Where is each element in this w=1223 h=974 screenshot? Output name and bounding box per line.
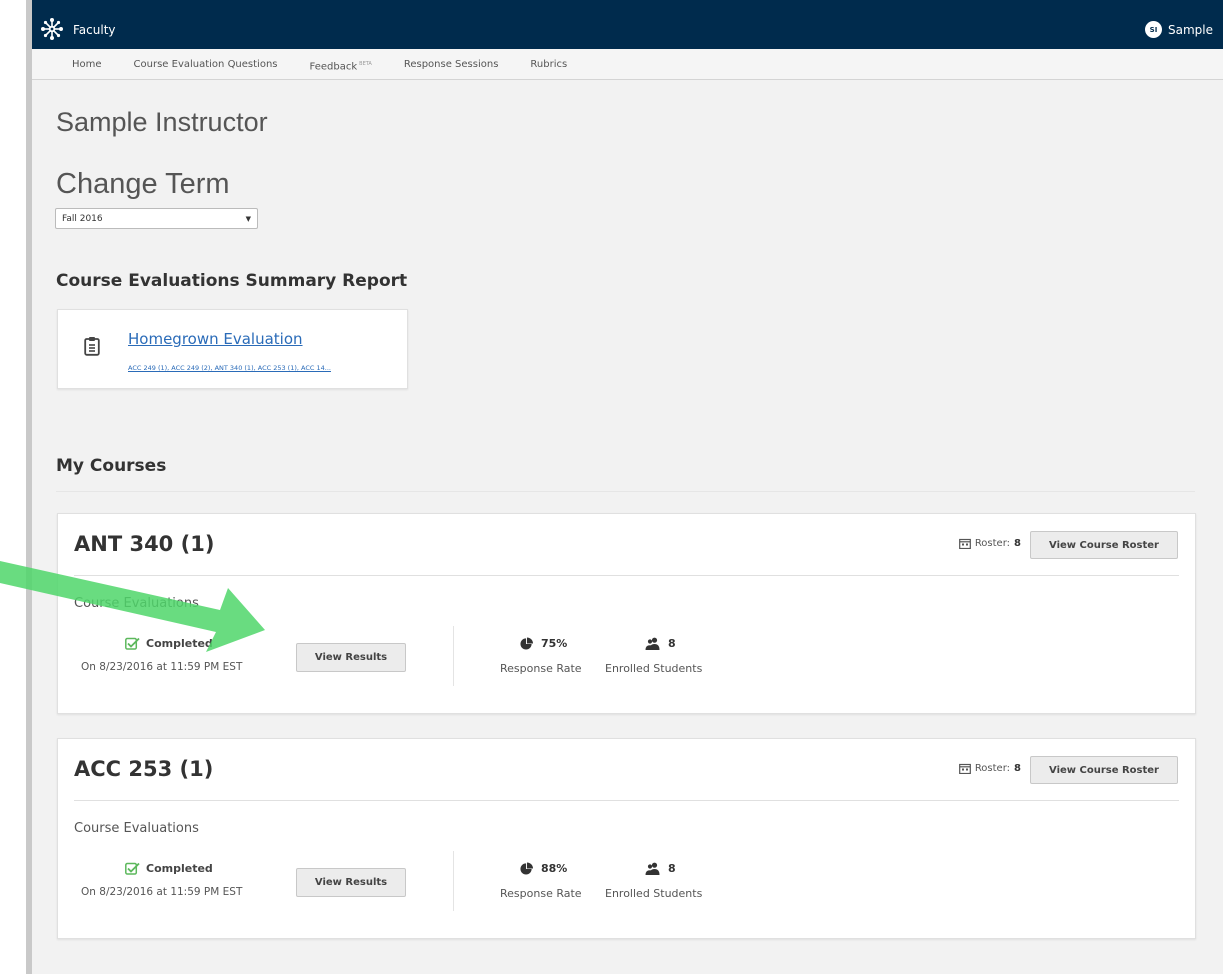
nav-feedback[interactable]: Feedback BETA xyxy=(310,49,372,79)
enrolled-count: 8 xyxy=(668,862,676,875)
status-text: Completed xyxy=(146,862,213,875)
calendar-icon xyxy=(958,763,971,774)
response-rate: 88% xyxy=(541,862,568,875)
view-results-button[interactable]: View Results xyxy=(296,868,406,897)
enrolled-value: 8 xyxy=(645,862,676,875)
term-select-value: Fall 2016 xyxy=(62,213,103,224)
view-course-roster-button[interactable]: View Course Roster xyxy=(1030,531,1178,559)
divider xyxy=(453,851,454,911)
view-course-roster-button[interactable]: View Course Roster xyxy=(1030,756,1178,784)
user-name: Sample xyxy=(1168,22,1213,37)
status-date: On 8/23/2016 at 11:59 PM EST xyxy=(81,886,243,898)
nav-response-sessions[interactable]: Response Sessions xyxy=(404,49,499,79)
enrolled-label: Enrolled Students xyxy=(605,662,703,675)
nav-course-evaluation-questions[interactable]: Course Evaluation Questions xyxy=(134,49,278,79)
network-logo-icon[interactable] xyxy=(40,17,64,41)
enrolled-label: Enrolled Students xyxy=(605,887,703,900)
main-nav: Home Course Evaluation Questions Feedbac… xyxy=(32,49,1223,80)
checkbox-check-icon xyxy=(125,862,140,875)
app-title[interactable]: Faculty xyxy=(73,23,116,37)
roster-value: 8 xyxy=(1014,763,1021,774)
roster-label: Roster: xyxy=(974,763,1011,774)
course-title: ANT 340 (1) xyxy=(74,532,215,556)
view-results-button[interactable]: View Results xyxy=(296,643,406,672)
pie-chart-icon xyxy=(520,637,533,650)
divider xyxy=(74,800,1179,801)
nav-rubrics[interactable]: Rubrics xyxy=(530,49,567,79)
enrolled-value: 8 xyxy=(645,637,676,650)
beta-badge: BETA xyxy=(359,61,372,67)
roster-value: 8 xyxy=(1014,538,1021,549)
avatar: SI xyxy=(1145,21,1162,38)
response-rate-label: Response Rate xyxy=(500,662,582,675)
status-badge: Completed xyxy=(125,637,213,650)
response-rate-value: 88% xyxy=(520,862,567,875)
enrolled-count: 8 xyxy=(668,637,676,650)
calendar-icon xyxy=(958,538,971,549)
response-rate: 75% xyxy=(541,637,568,650)
pie-chart-icon xyxy=(520,862,533,875)
roster-label: Roster: xyxy=(974,538,1011,549)
clipboard-icon xyxy=(84,337,100,356)
course-title: ACC 253 (1) xyxy=(74,757,214,781)
homegrown-evaluation-link[interactable]: Homegrown Evaluation xyxy=(128,330,303,348)
roster-count: Roster: 8 xyxy=(958,538,1021,549)
roster-count: Roster: 8 xyxy=(958,763,1021,774)
top-bar: Faculty SI Sample xyxy=(32,0,1223,49)
summary-report-heading: Course Evaluations Summary Report xyxy=(56,271,408,291)
summary-report-card: Homegrown Evaluation ACC 249 (1), ACC 24… xyxy=(57,309,408,389)
response-rate-label: Response Rate xyxy=(500,887,582,900)
course-card-acc-253: ACC 253 (1) Roster: 8 View Course Roster… xyxy=(57,738,1196,939)
status-badge: Completed xyxy=(125,862,213,875)
app-frame: Faculty SI Sample Home Course Evaluation… xyxy=(26,0,1223,974)
page-title: Sample Instructor xyxy=(56,107,268,137)
users-icon xyxy=(645,862,660,875)
my-courses-heading: My Courses xyxy=(56,456,167,476)
nav-home[interactable]: Home xyxy=(72,49,102,79)
response-rate-value: 75% xyxy=(520,637,567,650)
divider xyxy=(453,626,454,686)
nav-feedback-label: Feedback xyxy=(309,61,358,73)
course-evaluations-label: Course Evaluations xyxy=(74,821,199,836)
caret-down-icon: ▼ xyxy=(245,214,251,223)
divider xyxy=(74,575,1179,576)
status-date: On 8/23/2016 at 11:59 PM EST xyxy=(81,661,243,673)
users-icon xyxy=(645,637,660,650)
user-menu[interactable]: SI Sample xyxy=(1145,21,1213,38)
status-text: Completed xyxy=(146,637,213,650)
divider xyxy=(56,491,1195,492)
checkbox-check-icon xyxy=(125,637,140,650)
course-card-ant-340: ANT 340 (1) Roster: 8 View Course Roster… xyxy=(57,513,1196,714)
term-select[interactable]: Fall 2016 ▼ xyxy=(55,208,258,229)
course-evaluations-label: Course Evaluations xyxy=(74,596,199,611)
summary-courses-link[interactable]: ACC 249 (1), ACC 249 (2), ANT 340 (1), A… xyxy=(128,364,331,372)
change-term-heading: Change Term xyxy=(56,168,230,200)
